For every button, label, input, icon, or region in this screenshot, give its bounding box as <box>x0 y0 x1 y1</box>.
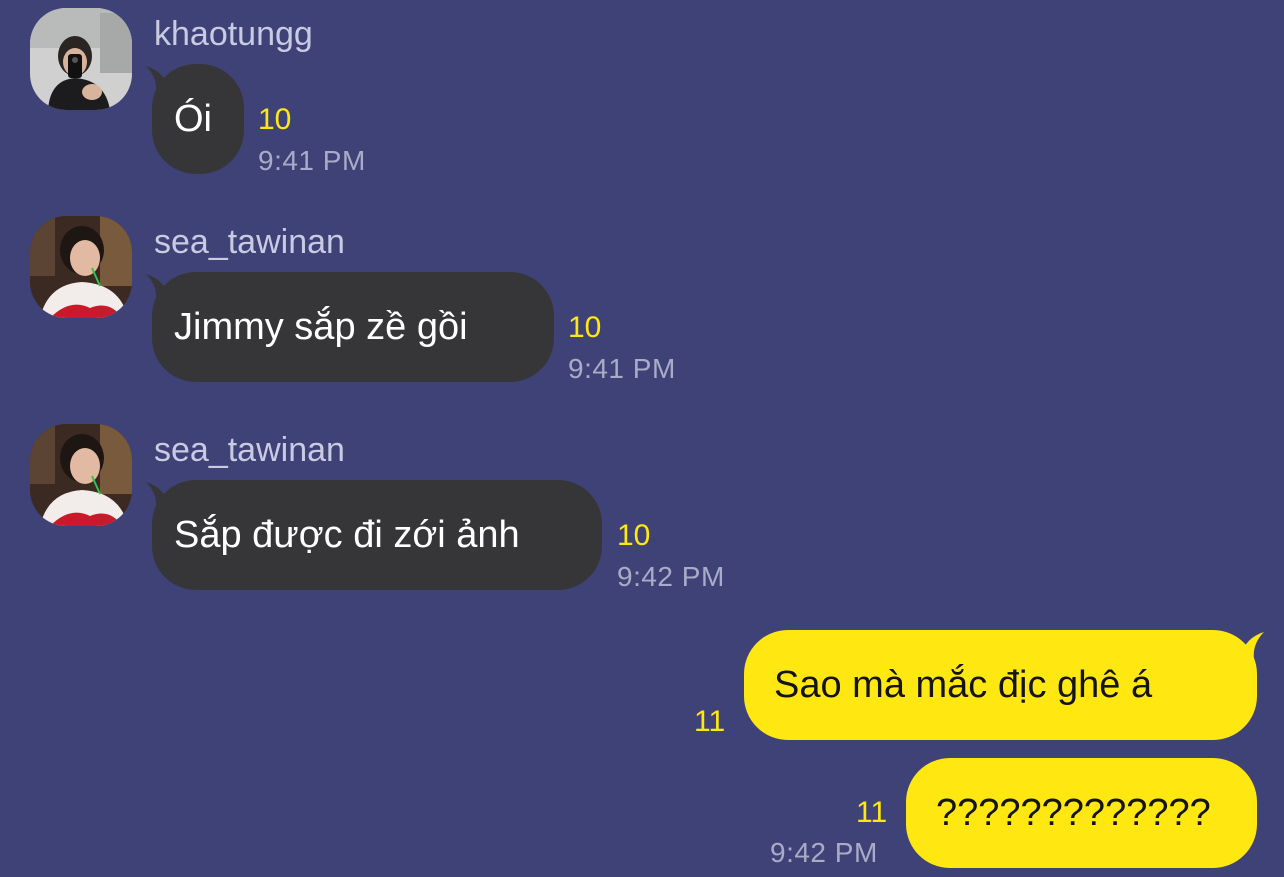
avatar-sea-tawinan[interactable] <box>30 216 132 318</box>
unread-count: 11 <box>694 705 726 738</box>
message-bubble[interactable]: Sắp được đi zới ảnh <box>152 480 602 590</box>
avatar-khaotungg[interactable] <box>30 8 132 110</box>
sender-name: khaotungg <box>154 15 313 53</box>
unread-count: 10 <box>617 519 651 552</box>
sender-name: sea_tawinan <box>154 431 345 469</box>
message-time: 9:42 PM <box>770 837 878 868</box>
sender-name: sea_tawinan <box>154 223 345 261</box>
unread-count: 10 <box>568 311 602 344</box>
chat-area[interactable]: khaotungg Ói 10 9:41 PM sea_tawinan Jimm… <box>0 0 1284 877</box>
message-bubble[interactable]: Jimmy sắp zề gồi <box>152 272 554 382</box>
message-bubble[interactable]: Sao mà mắc địc ghê á <box>744 630 1257 740</box>
unread-count: 10 <box>258 103 292 136</box>
message-time: 9:41 PM <box>258 145 366 176</box>
message-time: 9:42 PM <box>617 561 725 592</box>
unread-count: 11 <box>856 796 888 829</box>
message-bubble[interactable]: ????????????? <box>906 758 1257 868</box>
message-bubble[interactable]: Ói <box>152 64 244 174</box>
avatar-sea-tawinan[interactable] <box>30 424 132 526</box>
message-time: 9:41 PM <box>568 353 676 384</box>
